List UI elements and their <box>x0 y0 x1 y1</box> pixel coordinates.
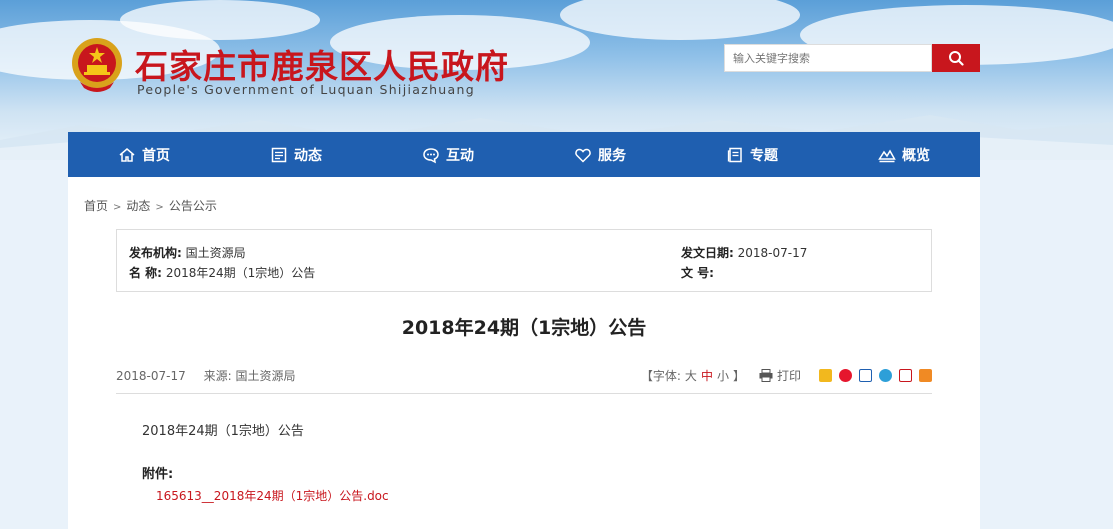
article-source-label: 来源: <box>203 369 232 383</box>
heart-icon <box>575 148 591 163</box>
print-button[interactable]: 打印 <box>759 367 801 384</box>
nav-item-interaction[interactable]: 互动 <box>372 132 524 177</box>
overview-icon <box>878 149 896 162</box>
nav-item-service[interactable]: 服务 <box>524 132 676 177</box>
site-title: 石家庄市鹿泉区人民政府 <box>135 47 509 86</box>
nav-item-label: 服务 <box>598 147 626 164</box>
article-source: 国土资源局 <box>235 369 296 383</box>
site-subtitle: People's Government of Luquan Shijiazhua… <box>137 82 475 97</box>
breadcrumb-announcements[interactable]: 公告公示 <box>169 199 217 213</box>
nav-item-home[interactable]: 首页 <box>68 132 220 177</box>
attachment-label: 附件: <box>142 467 174 482</box>
article-info-bar: 2018-07-17 来源: 国土资源局 【字体: 大 中 小 】 打印 <box>116 367 932 384</box>
nav-item-label: 专题 <box>750 147 778 164</box>
article-body: 2018年24期（1宗地）公告 <box>142 424 304 439</box>
document-meta-box: 发布机构: 国土资源局 名 称: 2018年24期（1宗地）公告 发文日期: 2… <box>116 229 932 292</box>
search-icon <box>949 51 964 66</box>
search-button[interactable] <box>932 44 980 72</box>
national-emblem-logo <box>70 36 124 94</box>
nav-item-label: 首页 <box>142 147 170 164</box>
meta-name: 名 称: 2018年24期（1宗地）公告 <box>129 266 316 280</box>
nav-item-label: 概览 <box>902 147 930 164</box>
meta-doc-number: 文 号: <box>681 266 714 280</box>
share-baidu-icon[interactable] <box>859 369 872 382</box>
meta-date: 发文日期: 2018-07-17 <box>681 246 808 260</box>
share-more-icon[interactable] <box>919 369 932 382</box>
share-buttons <box>819 369 932 382</box>
font-size-large[interactable]: 大 <box>685 367 697 384</box>
article-tools: 【字体: 大 中 小 】 打印 <box>641 367 932 384</box>
nav-item-overview[interactable]: 概览 <box>828 132 980 177</box>
divider <box>116 393 932 394</box>
breadcrumb-home[interactable]: 首页 <box>84 199 108 213</box>
main-nav: 首页 动态 互动 服务 专题 概览 <box>68 132 980 177</box>
topic-icon <box>727 147 742 162</box>
search-input[interactable] <box>724 44 932 72</box>
article-date: 2018-07-17 <box>116 369 186 383</box>
home-icon <box>119 147 135 162</box>
share-qzone-icon[interactable] <box>819 369 832 382</box>
font-size-label-open: 【字体: <box>640 369 681 383</box>
font-size-label-close: 】 <box>732 369 745 383</box>
nav-item-news[interactable]: 动态 <box>220 132 372 177</box>
share-tqq-icon[interactable] <box>879 369 892 382</box>
nav-item-label: 互动 <box>446 147 474 164</box>
printer-icon <box>759 369 773 382</box>
nav-item-label: 动态 <box>294 147 322 164</box>
attachment-link[interactable]: 165613__2018年24期（1宗地）公告.doc <box>156 487 389 504</box>
article-title: 2018年24期（1宗地）公告 <box>401 317 647 339</box>
font-size-small[interactable]: 小 <box>717 367 729 384</box>
share-renren-icon[interactable] <box>899 369 912 382</box>
breadcrumb-news[interactable]: 动态 <box>126 199 150 213</box>
font-size-medium[interactable]: 中 <box>701 367 713 384</box>
nav-item-topics[interactable]: 专题 <box>676 132 828 177</box>
chat-icon <box>423 147 439 163</box>
print-label: 打印 <box>776 369 801 383</box>
share-weibo-icon[interactable] <box>839 369 852 382</box>
meta-publisher: 发布机构: 国土资源局 <box>129 246 246 260</box>
news-icon <box>271 147 287 162</box>
content-panel: 首页 > 动态 > 公告公示 发布机构: 国土资源局 名 称: 2018年24期（1宗地… <box>68 177 980 529</box>
breadcrumb: 首页 > 动态 > 公告公示 <box>84 199 217 213</box>
